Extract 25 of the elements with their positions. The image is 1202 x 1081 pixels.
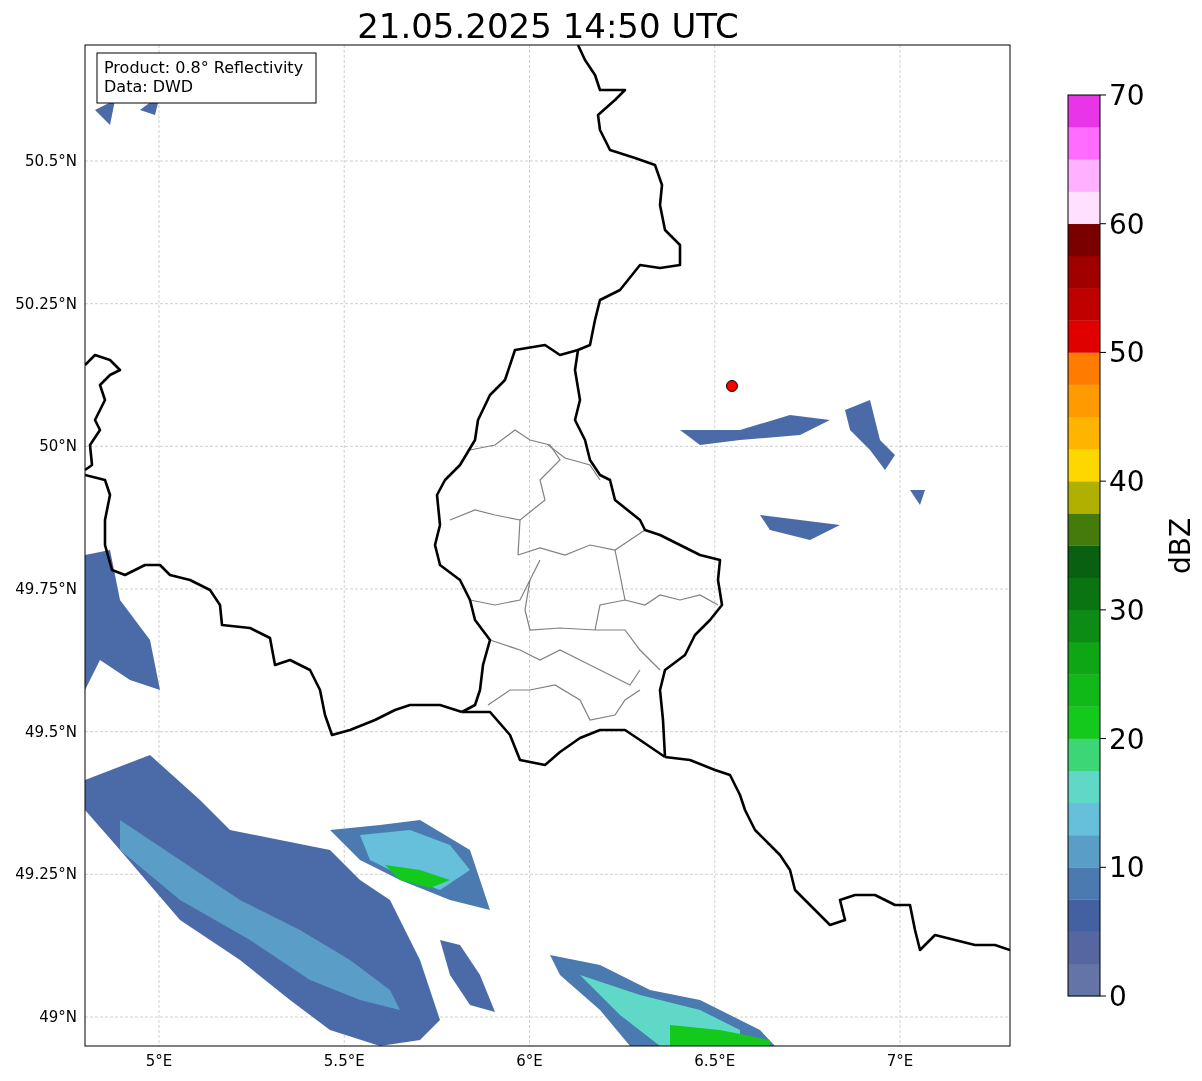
colorbar-tick-label: 20: [1109, 722, 1145, 756]
x-tick-label: 6°E: [516, 1052, 543, 1070]
colorbar-tick-label: 10: [1109, 851, 1145, 885]
radar-site-marker: [726, 380, 738, 392]
colorbar-tick-label: 50: [1109, 336, 1145, 370]
colorbar-tick-label: 40: [1109, 465, 1145, 499]
y-tick-label: 50°N: [39, 437, 77, 456]
colorbar-tick-label: 70: [1109, 79, 1145, 112]
y-tick-label: 49.75°N: [15, 580, 77, 598]
x-tick-label: 6.5°E: [694, 1052, 736, 1070]
colorbar-tick-label: 60: [1109, 207, 1145, 241]
x-tick-label: 5.5°E: [323, 1052, 365, 1070]
y-tick-label: 49.25°N: [15, 865, 77, 884]
x-tick-label: 5°E: [145, 1052, 173, 1070]
info-text: Data: DWD: [104, 77, 194, 96]
colorbar-label: dBZ: [1164, 517, 1197, 575]
y-tick-label: 50.25°N: [15, 294, 77, 313]
chart-title: 21.05.2025 14:50 UTC: [357, 6, 739, 46]
y-tick-label: 49°N: [39, 1008, 77, 1026]
colorbar-tick-label: 30: [1109, 593, 1145, 627]
y-tick-label: 50.5°N: [24, 152, 77, 170]
colorbar-tick-label: 0: [1109, 980, 1127, 1013]
info-text: Product: 0.8° Reflectivity: [104, 58, 304, 77]
x-tick-label: 7°E: [886, 1052, 914, 1070]
y-tick-label: 49.5°N: [24, 722, 77, 741]
